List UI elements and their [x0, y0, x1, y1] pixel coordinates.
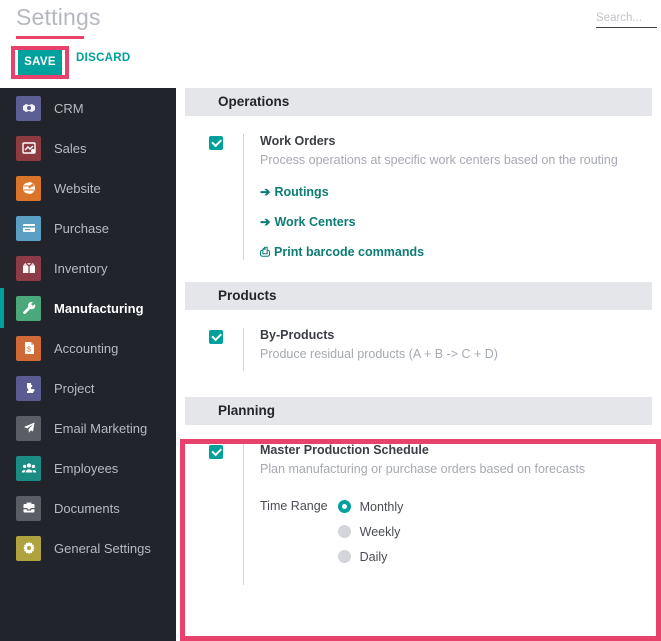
work-orders-checkbox[interactable]: [209, 136, 223, 150]
radio-indicator: [337, 500, 351, 513]
sidebar-item-label: Inventory: [54, 260, 108, 276]
sidebar-item-manufacturing[interactable]: Manufacturing: [0, 288, 176, 328]
sidebar-item-label: Employees: [54, 460, 119, 476]
settings-content: Operations Work Orders Process operation…: [176, 88, 661, 641]
arrow-right-icon: ➔: [260, 215, 271, 229]
documents-tray-icon: [16, 495, 41, 521]
gear-icon: [16, 535, 41, 561]
setting-work-orders: Work Orders Process operations at specif…: [176, 116, 661, 260]
setting-description: Plan manufacturing or purchase orders ba…: [260, 462, 586, 476]
setting-by-products: By-Products Produce residual products (A…: [176, 310, 661, 371]
setting-body: By-Products Produce residual products (A…: [243, 328, 661, 371]
box-icon: [16, 255, 41, 281]
people-icon: [16, 455, 41, 481]
discard-button[interactable]: DISCARD: [76, 52, 131, 64]
setting-title: Master Production Schedule: [260, 443, 429, 457]
radio-daily[interactable]: Daily: [337, 544, 404, 569]
save-button[interactable]: SAVE: [18, 50, 62, 75]
sidebar-item-email-marketing[interactable]: Email Marketing: [0, 408, 176, 448]
sidebar-item-label: Sales: [54, 140, 87, 156]
sidebar-item-employees[interactable]: Employees: [0, 448, 176, 488]
sidebar-item-label: CRM: [54, 100, 84, 116]
page-title: Settings: [16, 4, 101, 30]
section-heading: Planning: [185, 397, 652, 425]
link-label: Work Centers: [274, 215, 356, 229]
sales-chart-icon: [16, 135, 41, 161]
sidebar-item-label: Manufacturing: [54, 300, 144, 316]
section-products: Products By-Products Produce residual pr…: [176, 282, 661, 371]
printer-icon: ⎙: [260, 245, 271, 259]
time-range-group: Time Range Monthly Weekly Daily: [260, 494, 661, 569]
sidebar-item-label: General Settings: [54, 540, 151, 556]
setting-description: Produce residual products (A + B -> C + …: [260, 347, 498, 361]
svg-text:$: $: [27, 347, 31, 354]
page-title-underline: [16, 36, 84, 39]
master-production-schedule-checkbox[interactable]: [209, 445, 223, 459]
section-heading: Products: [185, 282, 652, 310]
sidebar-item-accounting[interactable]: $ Accounting: [0, 328, 176, 368]
section-heading: Operations: [185, 88, 652, 116]
link-work-centers[interactable]: ➔ Work Centers: [260, 215, 661, 230]
link-label: Print barcode commands: [274, 245, 425, 259]
setting-body: Work Orders Process operations at specif…: [243, 134, 661, 260]
sidebar-item-purchase[interactable]: Purchase: [0, 208, 176, 248]
link-routings[interactable]: ➔ Routings: [260, 185, 661, 200]
by-products-checkbox[interactable]: [209, 330, 223, 344]
sidebar-item-website[interactable]: Website: [0, 168, 176, 208]
setting-description: Process operations at specific work cent…: [260, 153, 618, 167]
sidebar-item-label: Project: [54, 380, 95, 396]
sidebar: CRM Sales Website Purchase Inventory Man…: [0, 88, 176, 641]
radio-label: Weekly: [359, 524, 401, 539]
sidebar-item-general-settings[interactable]: General Settings: [0, 528, 176, 568]
top-bar: Settings SAVE DISCARD: [0, 0, 661, 88]
setting-title: Work Orders: [260, 134, 336, 148]
credit-card-icon: [16, 215, 41, 241]
search-input[interactable]: [596, 12, 657, 28]
sidebar-item-label: Accounting: [54, 340, 119, 356]
setting-title: By-Products: [260, 328, 335, 342]
section-planning: Planning Master Production Schedule Plan…: [176, 397, 661, 585]
link-label: Routings: [274, 185, 329, 199]
sidebar-item-label: Website: [54, 180, 101, 196]
radio-monthly[interactable]: Monthly: [337, 494, 404, 519]
sidebar-item-label: Email Marketing: [54, 420, 148, 436]
sidebar-item-inventory[interactable]: Inventory: [0, 248, 176, 288]
time-range-options: Monthly Weekly Daily: [337, 494, 404, 569]
sidebar-item-documents[interactable]: Documents: [0, 488, 176, 528]
search-container: [596, 8, 657, 28]
link-print-barcode-commands[interactable]: ⎙ Print barcode commands: [260, 245, 661, 260]
paper-plane-icon: [16, 415, 41, 441]
handshake-icon: [16, 95, 41, 121]
wrench-icon: [16, 295, 41, 321]
invoice-icon: $: [16, 335, 41, 361]
sidebar-item-label: Documents: [54, 500, 120, 516]
sidebar-item-label: Purchase: [54, 220, 109, 236]
radio-label: Daily: [359, 549, 388, 564]
radio-indicator: [337, 550, 351, 563]
puzzle-icon: [16, 375, 41, 401]
sidebar-item-crm[interactable]: CRM: [0, 88, 176, 128]
section-operations: Operations Work Orders Process operation…: [176, 88, 661, 260]
setting-body: Master Production Schedule Plan manufact…: [243, 443, 661, 585]
radio-indicator: [337, 525, 351, 538]
time-range-label: Time Range: [260, 499, 328, 513]
globe-icon: [16, 175, 41, 201]
arrow-right-icon: ➔: [260, 185, 271, 199]
radio-label: Monthly: [359, 499, 404, 514]
radio-weekly[interactable]: Weekly: [337, 519, 404, 544]
sidebar-item-project[interactable]: Project: [0, 368, 176, 408]
operations-links: ➔ Routings ➔ Work Centers ⎙ Print barcode c…: [260, 185, 661, 260]
sidebar-item-sales[interactable]: Sales: [0, 128, 176, 168]
setting-master-production-schedule: Master Production Schedule Plan manufact…: [176, 425, 661, 585]
